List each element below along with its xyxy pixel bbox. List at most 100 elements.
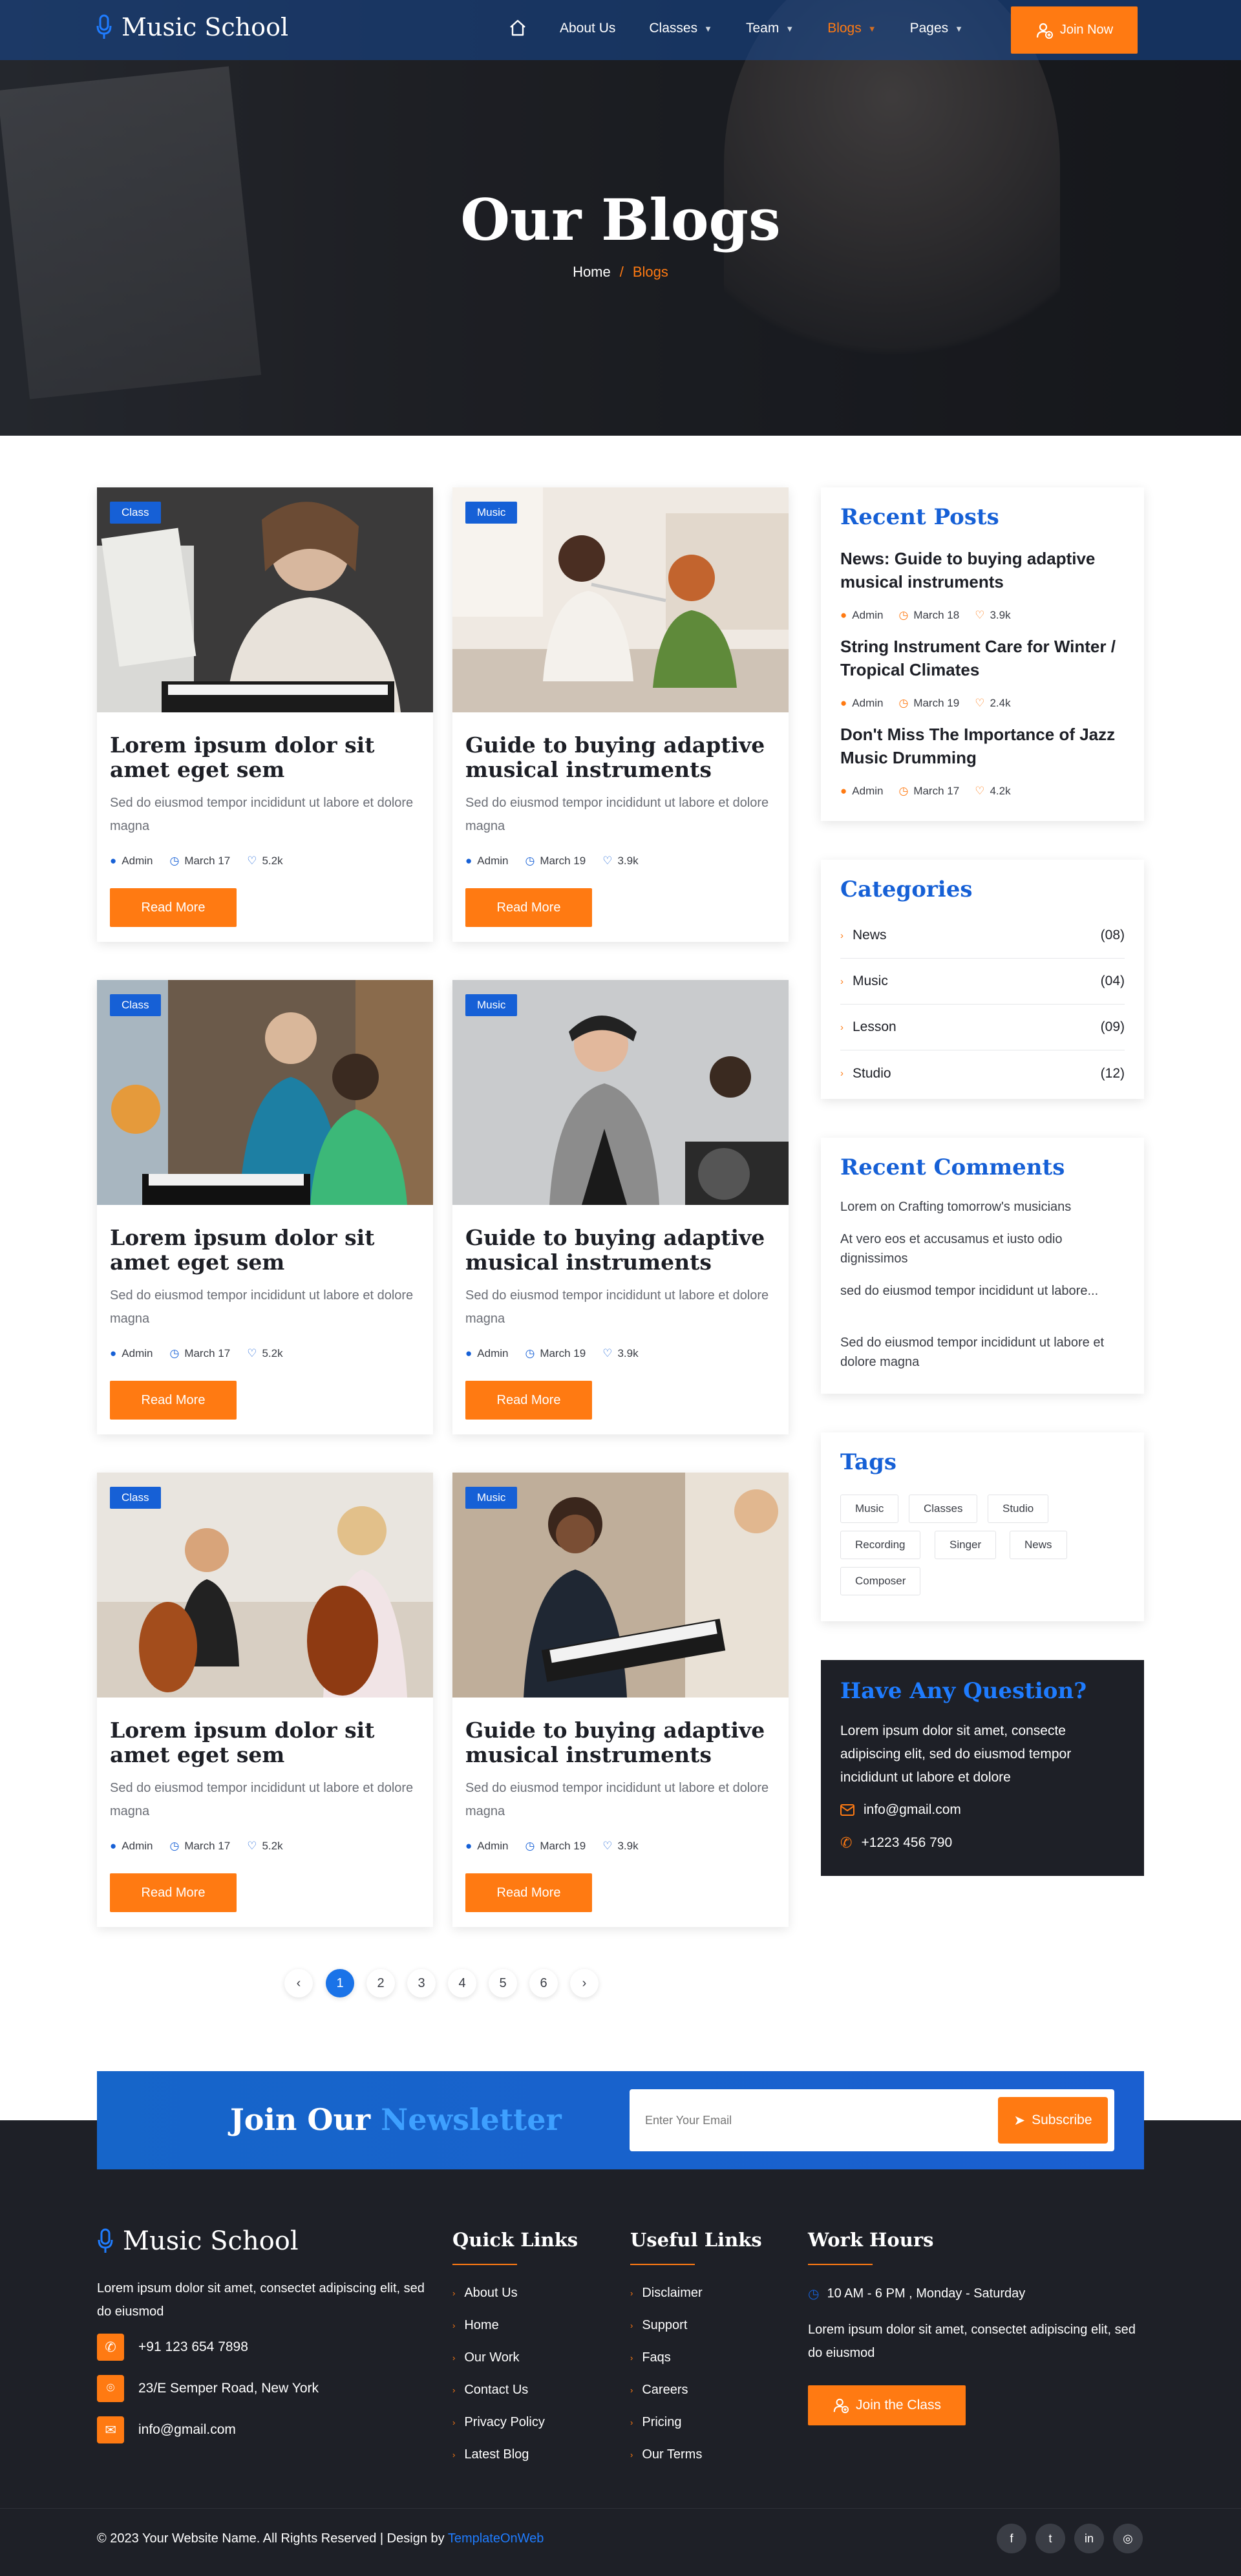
nav-item-team[interactable]: Team ▼ [746,21,794,36]
comment-link[interactable]: At vero eos et accusamus et iusto odio d… [840,1229,1125,1268]
footer-email[interactable]: ✉ info@gmail.com [97,2416,236,2443]
footer-address: ⌾ 23/E Semper Road, New York [97,2375,319,2402]
send-icon: ➤ [1013,2113,1026,2128]
read-more-button[interactable]: Read More [465,1873,592,1912]
subscribe-button[interactable]: ➤ Subscribe [998,2097,1108,2144]
nav-item-pages[interactable]: Pages ▼ [910,21,963,36]
blog-image-flute-lesson[interactable]: Music [452,487,789,712]
site-logo[interactable]: Music School [96,13,288,41]
comment-link[interactable]: Sed do eiusmod tempor incididunt ut labo… [840,1333,1125,1372]
tag-recording[interactable]: Recording [840,1531,920,1559]
join-now-button[interactable]: Join Now [1011,6,1138,54]
blog-image-keyboard-lesson[interactable]: Music [452,1473,789,1698]
blog-title[interactable]: Guide to buying adaptive musical instrum… [465,1718,776,1767]
phone-icon: ✆ [840,1835,853,1851]
recent-post-link[interactable]: String Instrument Care for Winter / Trop… [840,635,1125,681]
blog-title[interactable]: Lorem ipsum dolor sit amet eget sem [110,1718,420,1767]
category-badge[interactable]: Music [465,502,518,524]
newsletter-email-input[interactable] [645,2107,981,2133]
footer-phone[interactable]: ✆ +91 123 654 7898 [97,2334,248,2361]
category-badge[interactable]: Class [110,1487,161,1509]
breadcrumb: Home / Blogs [573,264,668,280]
comment-link[interactable]: Lorem on Crafting tomorrow's musicians [840,1197,1125,1217]
blog-image-singer[interactable]: Music [452,980,789,1205]
tag-studio[interactable]: Studio [988,1495,1049,1523]
comment-link[interactable]: sed do eiusmod tempor incididunt ut labo… [840,1281,1125,1301]
twitter-icon[interactable]: t [1035,2524,1065,2553]
category-item-music[interactable]: › Music (04) [840,959,1125,1005]
footer-link-privacy-policy[interactable]: › Privacy Policy [452,2415,545,2430]
footer-link-latest-blog[interactable]: › Latest Blog [452,2447,529,2462]
footer-link-faqs[interactable]: › Faqs [630,2350,671,2365]
user-icon: ● [465,1840,472,1852]
blog-title[interactable]: Lorem ipsum dolor sit amet eget sem [110,733,420,782]
blog-image-girl-piano[interactable]: Class [97,487,433,712]
footer-link-contact-us[interactable]: › Contact Us [452,2383,528,2398]
category-badge[interactable]: Class [110,994,161,1016]
blog-title[interactable]: Guide to buying adaptive musical instrum… [465,733,776,782]
category-item-news[interactable]: › News (08) [840,913,1125,959]
question-phone[interactable]: ✆ +1223 456 790 [840,1835,952,1851]
read-more-button[interactable]: Read More [465,888,592,927]
category-badge[interactable]: Class [110,502,161,524]
page-3-button[interactable]: 3 [407,1969,436,1997]
blog-title[interactable]: Guide to buying adaptive musical instrum… [465,1226,776,1275]
blog-image-cello-duo[interactable]: Class [97,1473,433,1698]
page-6-button[interactable]: 6 [529,1969,558,1997]
user-icon: ● [110,1840,117,1852]
question-desc: Lorem ipsum dolor sit amet, consecte adi… [840,1723,1072,1785]
blog-title[interactable]: Lorem ipsum dolor sit amet eget sem [110,1226,420,1275]
read-more-button[interactable]: Read More [110,1873,237,1912]
home-icon[interactable] [508,18,527,37]
read-more-button[interactable]: Read More [110,888,237,927]
work-hours: ◷ 10 AM - 6 PM , Monday - Saturday [808,2286,1026,2301]
footer-link-pricing[interactable]: › Pricing [630,2415,681,2430]
tag-news[interactable]: News [1010,1531,1067,1559]
tag-classes[interactable]: Classes [909,1495,978,1523]
widget-title: Recent Posts [840,504,999,530]
recent-post-link[interactable]: Don't Miss The Importance of Jazz Music … [840,723,1125,769]
footer-link-disclaimer[interactable]: › Disclaimer [630,2286,703,2301]
page-5-button[interactable]: 5 [489,1969,517,1997]
mail-icon: ✉ [97,2416,124,2443]
footer-logo[interactable]: Music School [97,2226,299,2256]
category-badge[interactable]: Music [465,1487,518,1509]
widget-title: Tags [840,1449,896,1475]
tag-singer[interactable]: Singer [935,1531,997,1559]
tag-music[interactable]: Music [840,1495,899,1523]
next-page-button[interactable]: › [570,1969,599,1997]
mail-icon [840,1804,854,1816]
prev-page-button[interactable]: ‹ [284,1969,313,1997]
question-email[interactable]: info@gmail.com [840,1802,961,1818]
nav-item-blogs[interactable]: Blogs ▼ [827,21,876,36]
join-the-class-button[interactable]: Join the Class [808,2385,966,2425]
breadcrumb-home[interactable]: Home [573,264,611,280]
footer-link-our-terms[interactable]: › Our Terms [630,2447,702,2462]
recent-post-meta: ● Admin ◷ March 19 ♡ 2.4k [840,697,1011,709]
facebook-icon[interactable]: f [997,2524,1026,2553]
read-more-button[interactable]: Read More [110,1381,237,1420]
footer-link-support[interactable]: › Support [630,2318,687,2333]
location-pin-icon: ⌾ [97,2375,124,2402]
nav-item-classes[interactable]: Classes ▼ [649,21,712,36]
footer-link-careers[interactable]: › Careers [630,2383,688,2398]
category-item-studio[interactable]: › Studio (12) [840,1050,1125,1096]
page-4-button[interactable]: 4 [448,1969,476,1997]
recent-post-link[interactable]: News: Guide to buying adaptive musical i… [840,547,1125,593]
tag-composer[interactable]: Composer [840,1567,921,1595]
instagram-icon[interactable]: ◎ [1113,2524,1143,2553]
footer-link-about-us[interactable]: › About Us [452,2286,518,2301]
recent-post-meta: ● Admin ◷ March 17 ♡ 4.2k [840,785,1011,797]
heart-icon: ♡ [247,855,257,867]
category-badge[interactable]: Music [465,994,518,1016]
designer-link[interactable]: TemplateOnWeb [448,2531,544,2546]
read-more-button[interactable]: Read More [465,1381,592,1420]
page-2-button[interactable]: 2 [366,1969,395,1997]
linkedin-icon[interactable]: in [1074,2524,1104,2553]
nav-item-about-us[interactable]: About Us [560,21,615,36]
footer-link-home[interactable]: › Home [452,2318,499,2333]
category-item-lesson[interactable]: › Lesson (09) [840,1005,1125,1050]
blog-image-piano-teacher[interactable]: Class [97,980,433,1205]
page-1-button[interactable]: 1 [326,1969,354,1997]
footer-link-our-work[interactable]: › Our Work [452,2350,520,2365]
